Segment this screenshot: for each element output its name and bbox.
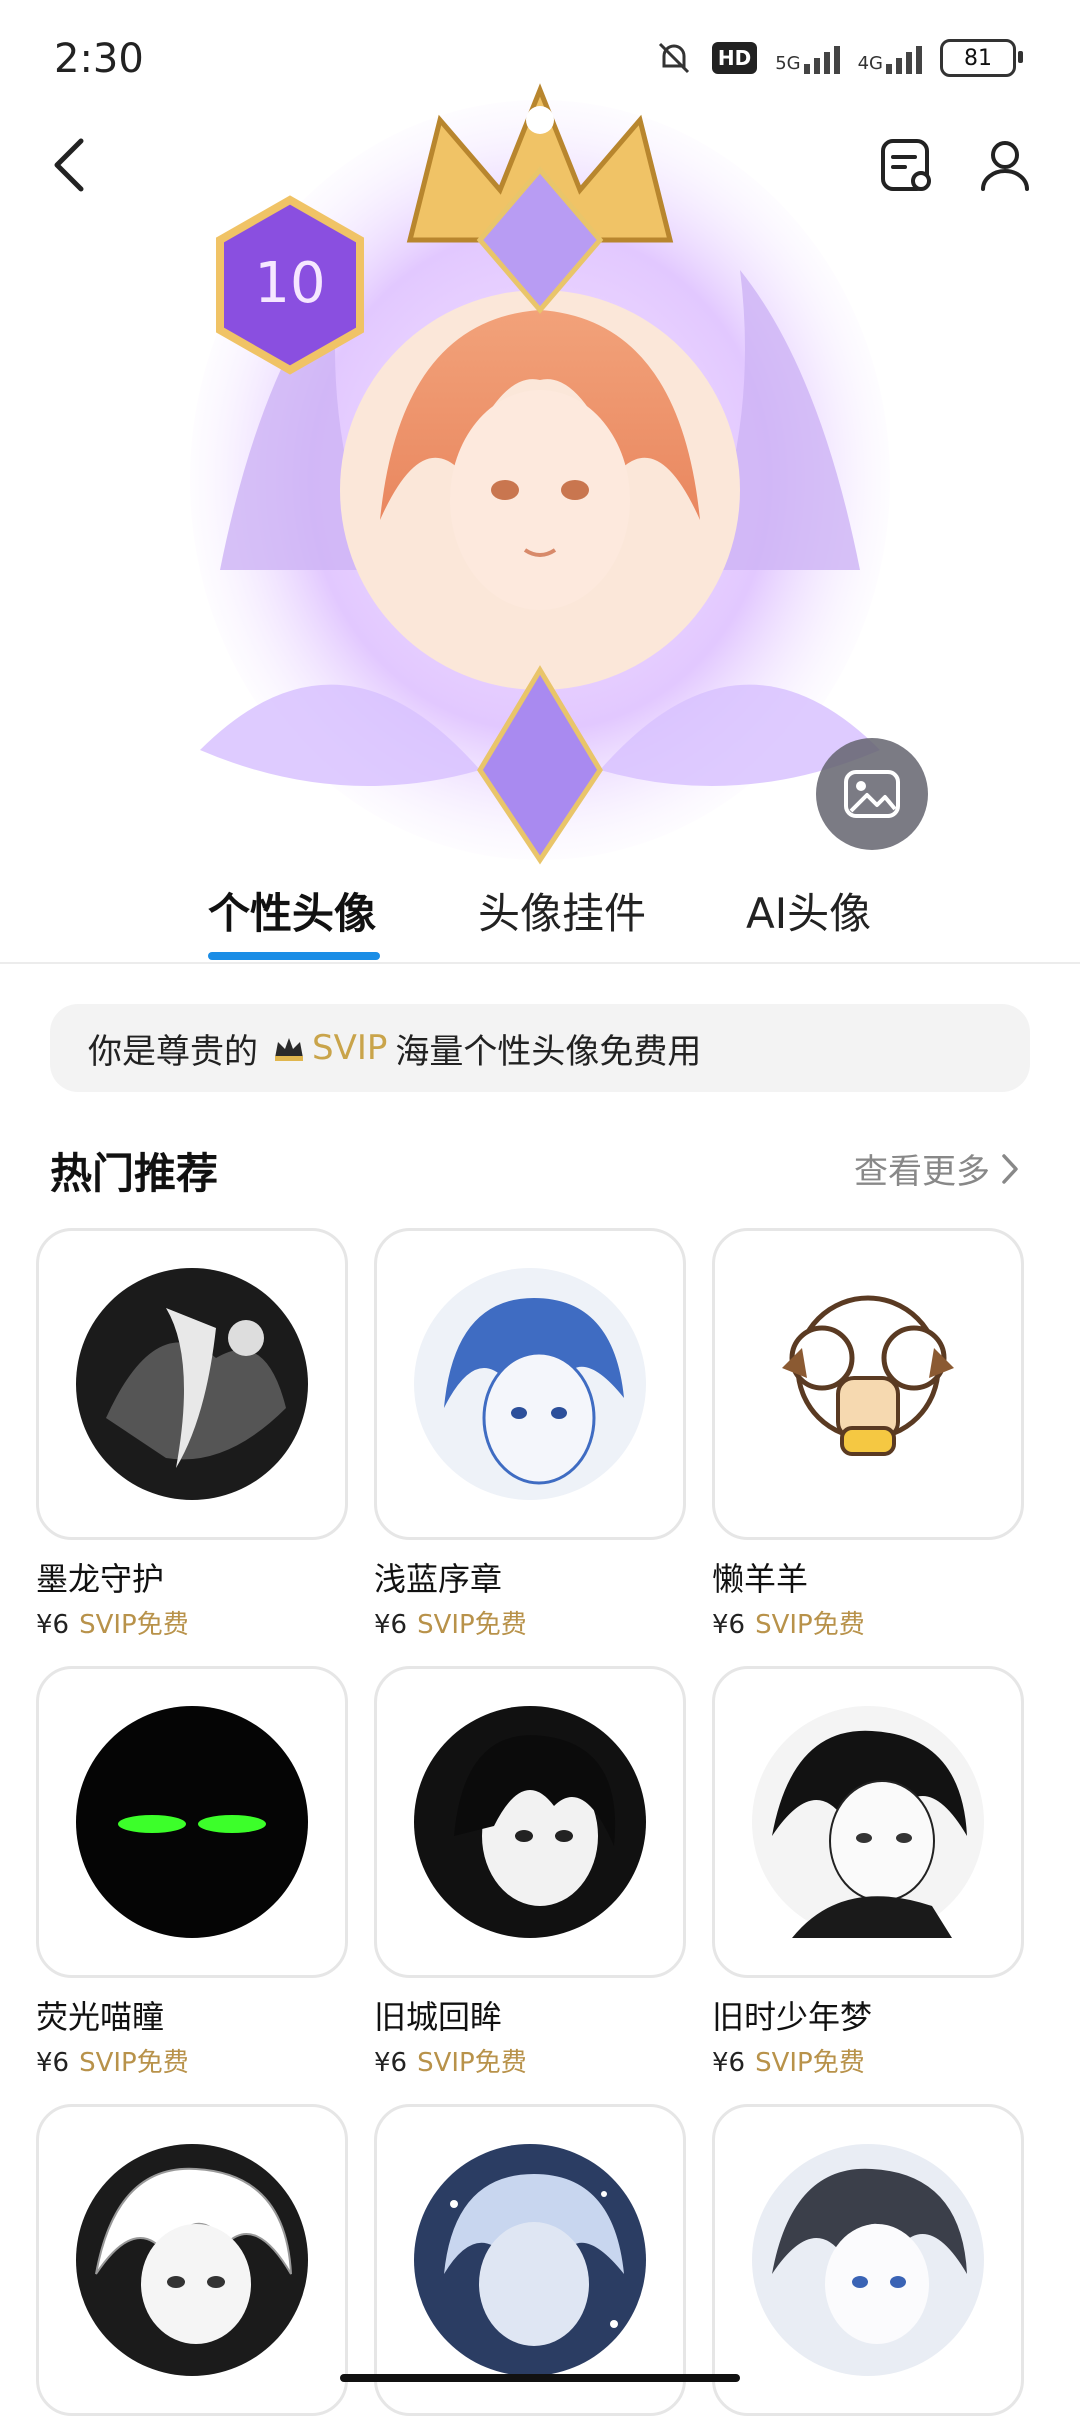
chevron-right-icon bbox=[1002, 1153, 1018, 1184]
tab-personal-avatar[interactable]: 个性头像 bbox=[208, 880, 376, 941]
avatar-title: 旧城回眸 bbox=[374, 1998, 503, 2036]
avatar-title: 墨龙守护 bbox=[36, 1560, 165, 1598]
status-time: 2:30 bbox=[54, 36, 144, 82]
avatar-thumbnail[interactable] bbox=[36, 2104, 348, 2416]
avatar-card[interactable]: 旧城回眸 ¥6 SVIP免费 bbox=[374, 1666, 686, 2079]
active-tab-indicator bbox=[208, 952, 380, 960]
blue-boy-avatar-image bbox=[414, 1268, 646, 1500]
avatar-card[interactable] bbox=[712, 2104, 1024, 2416]
person-icon bbox=[981, 141, 1029, 191]
svip-free-label: SVIP免费 bbox=[755, 1610, 865, 1640]
section-title: 热门推荐 bbox=[50, 1149, 219, 1198]
divider bbox=[0, 962, 1080, 964]
notice-prefix: 你是尊贵的 bbox=[88, 1031, 258, 1072]
svip-free-label: SVIP免费 bbox=[417, 2048, 527, 2078]
svip-label: SVIP bbox=[312, 1028, 388, 1068]
avatar-price: ¥6 bbox=[374, 1610, 408, 1640]
avatar-thumbnail[interactable] bbox=[374, 2104, 686, 2416]
see-more-link[interactable]: 查看更多 bbox=[854, 1144, 1020, 1193]
avatar-frame-image: 10 bbox=[190, 83, 890, 865]
glowing-eyes-avatar-image bbox=[76, 1706, 308, 1938]
change-avatar-button[interactable] bbox=[816, 738, 928, 850]
avatar-thumbnail[interactable] bbox=[374, 1228, 686, 1540]
avatar-price: ¥6 bbox=[712, 2048, 746, 2078]
notice-suffix: 海量个性头像免费用 bbox=[395, 1031, 702, 1072]
avatar-card[interactable]: 懒羊羊 ¥6 SVIP免费 bbox=[712, 1228, 1024, 1641]
sketch-boy-avatar-image bbox=[752, 1706, 984, 1938]
avatar-title: 懒羊羊 bbox=[712, 1560, 809, 1598]
lazy-sheep-avatar-image bbox=[782, 1295, 954, 1456]
avatar-price: ¥6 bbox=[374, 2048, 408, 2078]
avatar-card[interactable]: 旧时少年梦 ¥6 SVIP免费 bbox=[712, 1666, 1024, 2079]
tab-avatar-pendant[interactable]: 头像挂件 bbox=[478, 880, 646, 941]
white-hair-boy-avatar-image bbox=[76, 2144, 308, 2376]
dragon-avatar-image bbox=[76, 1268, 308, 1500]
svip-crown-icon bbox=[275, 1038, 303, 1061]
tab-bar: 个性头像 头像挂件 AI头像 bbox=[0, 880, 1080, 960]
tab-ai-avatar[interactable]: AI头像 bbox=[746, 880, 871, 941]
avatar-thumbnail[interactable] bbox=[712, 1666, 1024, 1978]
svip-free-label: SVIP免费 bbox=[79, 2048, 189, 2078]
avatar-price: ¥6 bbox=[36, 2048, 70, 2078]
avatar-card[interactable] bbox=[374, 2104, 686, 2416]
home-indicator[interactable] bbox=[340, 2374, 740, 2382]
avatar-title: 浅蓝序章 bbox=[374, 1560, 503, 1598]
avatar-thumbnail[interactable] bbox=[36, 1666, 348, 1978]
level-badge-text: 10 bbox=[254, 251, 325, 316]
svip-free-label: SVIP免费 bbox=[79, 1610, 189, 1640]
avatar-card[interactable]: 墨龙守护 ¥6 SVIP免费 bbox=[36, 1228, 348, 1641]
svip-notice[interactable]: 你是尊贵的 SVIP 海量个性头像免费用 bbox=[50, 1004, 1030, 1092]
svip-free-label: SVIP免费 bbox=[417, 1610, 527, 1640]
see-more-label: 查看更多 bbox=[854, 1152, 990, 1192]
avatar-preview: 10 bbox=[180, 50, 928, 870]
avatar-thumbnail[interactable] bbox=[36, 1228, 348, 1540]
avatar-price: ¥6 bbox=[712, 1610, 746, 1640]
avatar-title: 荧光喵瞳 bbox=[36, 1998, 165, 2036]
image-icon bbox=[844, 770, 900, 818]
back-button[interactable] bbox=[34, 130, 104, 200]
avatar-thumbnail[interactable] bbox=[712, 1228, 1024, 1540]
svip-free-label: SVIP免费 bbox=[755, 2048, 865, 2078]
avatar-card[interactable]: 浅蓝序章 ¥6 SVIP免费 bbox=[374, 1228, 686, 1641]
profile-button[interactable] bbox=[968, 128, 1042, 202]
avatar-card[interactable]: 荧光喵瞳 ¥6 SVIP免费 bbox=[36, 1666, 348, 2079]
avatar-price: ¥6 bbox=[36, 1610, 70, 1640]
dark-boy-avatar-image bbox=[414, 1706, 646, 1938]
chevron-left-icon bbox=[54, 138, 84, 192]
avatar-title: 旧时少年梦 bbox=[712, 1998, 873, 2036]
silver-boy-avatar-image bbox=[752, 2144, 984, 2376]
battery-indicator: 81 bbox=[940, 39, 1023, 77]
avatar-thumbnail[interactable] bbox=[712, 2104, 1024, 2416]
avatar-card[interactable] bbox=[36, 2104, 348, 2416]
avatar-thumbnail[interactable] bbox=[374, 1666, 686, 1978]
night-boy-avatar-image bbox=[414, 2144, 646, 2376]
